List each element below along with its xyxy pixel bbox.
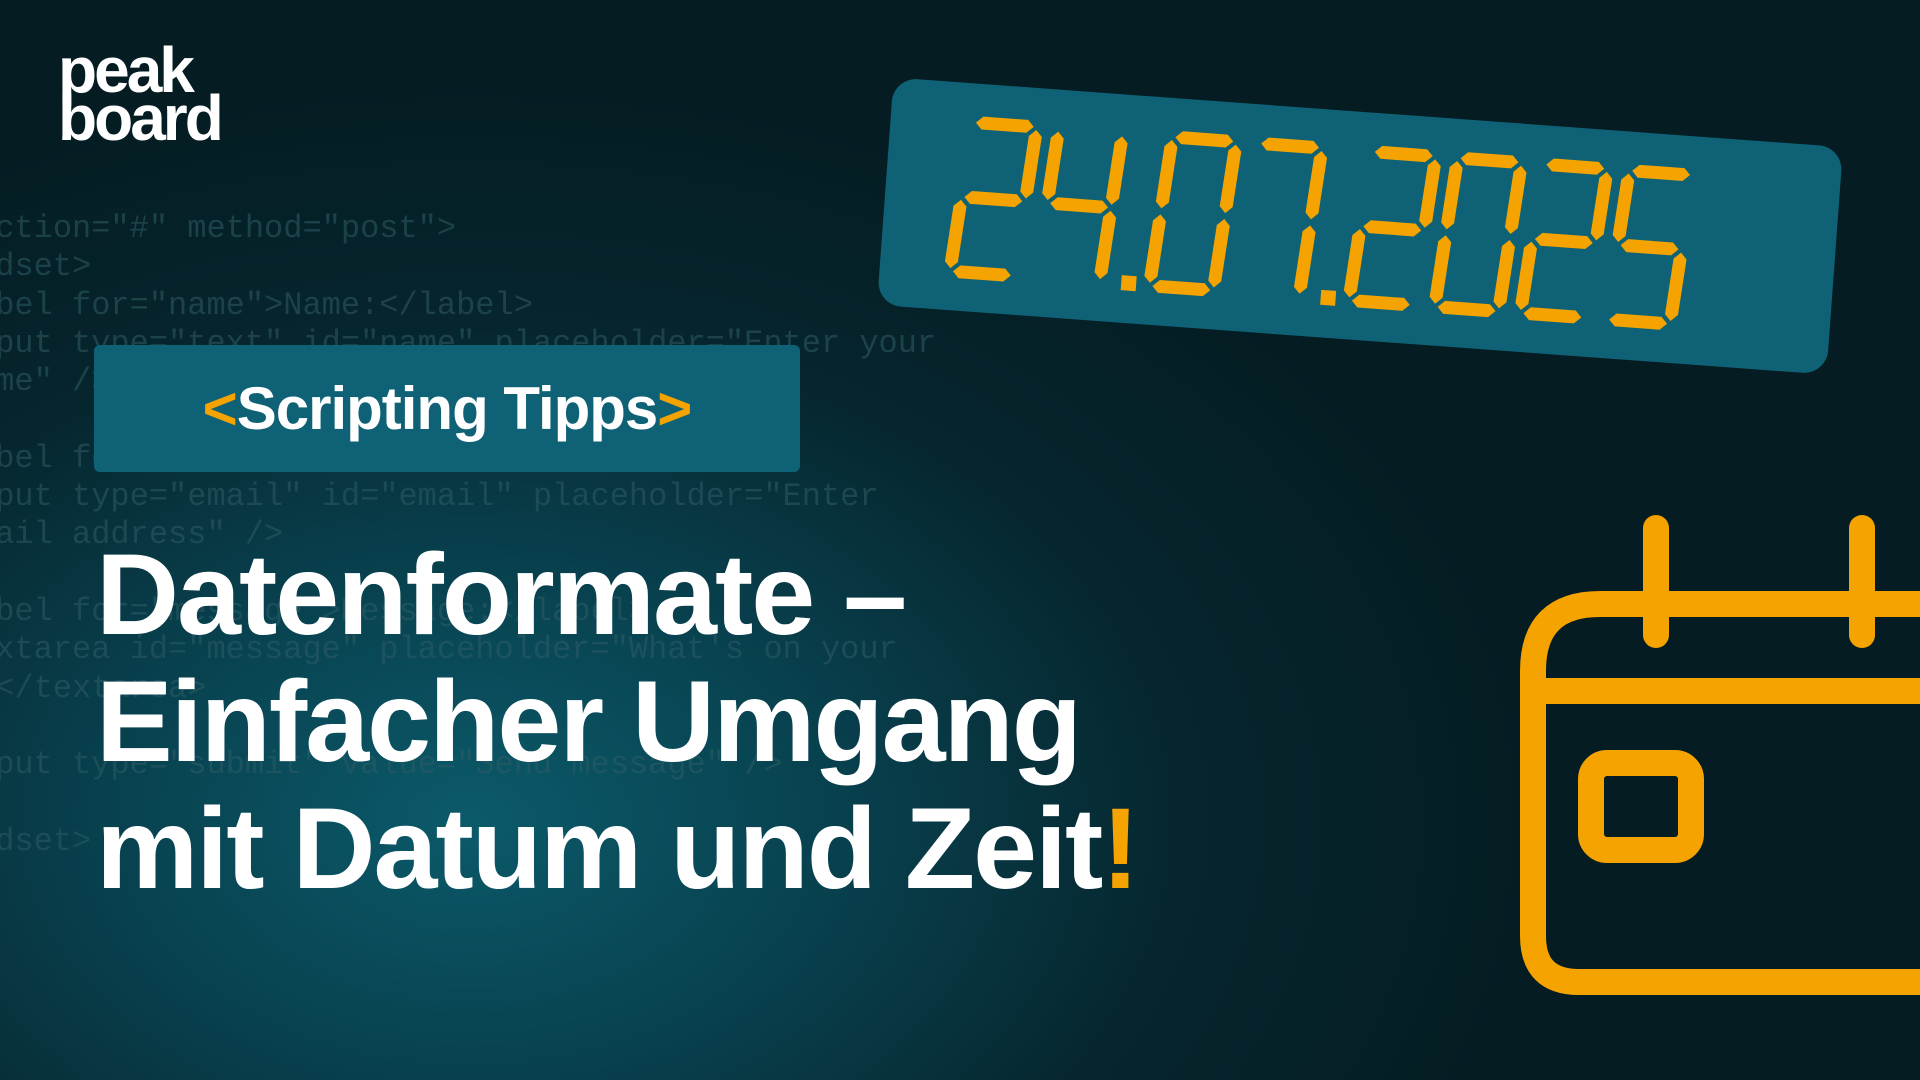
date-display-panel (876, 77, 1844, 375)
calendar-icon-graphic (1520, 515, 1920, 995)
digit-segment (1050, 197, 1109, 214)
headline-line-3-text: mit Datum und Zeit (96, 785, 1103, 913)
digit-segment (1374, 145, 1433, 163)
digit-segment (1429, 235, 1452, 304)
digit-segment (1523, 307, 1582, 324)
headline-line-2: Einfacher Umgang (96, 658, 1082, 786)
digit-segment (1620, 239, 1679, 256)
digit-segment (1419, 159, 1441, 228)
digit-segment (1504, 165, 1527, 235)
digit-segment (1351, 294, 1410, 311)
badge-close-bracket: > (657, 375, 692, 442)
headline-exclamation: ! (1101, 785, 1139, 913)
scripting-tipps-badge: < Scripting Tipps > (94, 345, 800, 472)
digit-segment (1665, 252, 1687, 321)
digit-segment (1042, 131, 1064, 201)
digit-segment (1094, 210, 1117, 280)
date-digit-7 (1261, 137, 1328, 294)
digit-segment (1155, 139, 1178, 209)
headline-line-1: Datenformate – (96, 531, 907, 659)
seven-segment-date (944, 116, 1691, 330)
date-digit-2 (944, 116, 1042, 282)
digit-segment (975, 116, 1034, 133)
digit-segment (1546, 158, 1605, 175)
digit-segment (1632, 164, 1691, 182)
peakboard-logo: peak board (58, 38, 224, 154)
digit-segment (1293, 225, 1316, 294)
digit-segment (964, 190, 1023, 208)
digit-segment (944, 199, 967, 269)
badge-label: Scripting Tipps (236, 375, 659, 442)
digit-segment (1305, 150, 1328, 220)
date-digit-0 (1144, 131, 1242, 297)
calendar-icon (1520, 510, 1920, 1015)
digit-segment (1534, 232, 1593, 250)
date-digit-2 (1515, 158, 1613, 324)
date-digit-0 (1429, 152, 1527, 318)
badge-open-bracket: < (202, 375, 238, 442)
digit-segment (1144, 214, 1166, 283)
digit-segment (1609, 313, 1668, 330)
digit-segment (1343, 229, 1366, 298)
digit-segment (952, 265, 1011, 282)
date-separator-dot (1120, 275, 1137, 292)
date-separator-dot (1320, 289, 1337, 306)
digit-segment (1261, 137, 1320, 154)
digit-segment (1106, 136, 1128, 205)
digit-segment (1437, 300, 1496, 318)
digit-segment (1612, 173, 1635, 242)
logo-line-2: board (58, 82, 224, 154)
digit-segment (1460, 152, 1519, 169)
digit-segment (1515, 241, 1537, 311)
digit-segment (1152, 279, 1211, 297)
digit-segment (1493, 239, 1516, 309)
headline: Datenformate – Einfacher Umgang mit Datu… (96, 531, 1140, 913)
digit-segment (1441, 160, 1463, 230)
date-digit-4 (1042, 131, 1128, 280)
date-digit-5 (1609, 164, 1691, 330)
digit-segment (1363, 220, 1422, 237)
digit-segment (1208, 219, 1230, 288)
headline-line-3: mit Datum und Zeit! (96, 785, 1140, 913)
digit-segment (1020, 130, 1042, 199)
date-digit-2 (1343, 145, 1441, 311)
digit-segment (1175, 131, 1234, 148)
digit-segment (1219, 144, 1242, 214)
digit-segment (1590, 171, 1613, 241)
